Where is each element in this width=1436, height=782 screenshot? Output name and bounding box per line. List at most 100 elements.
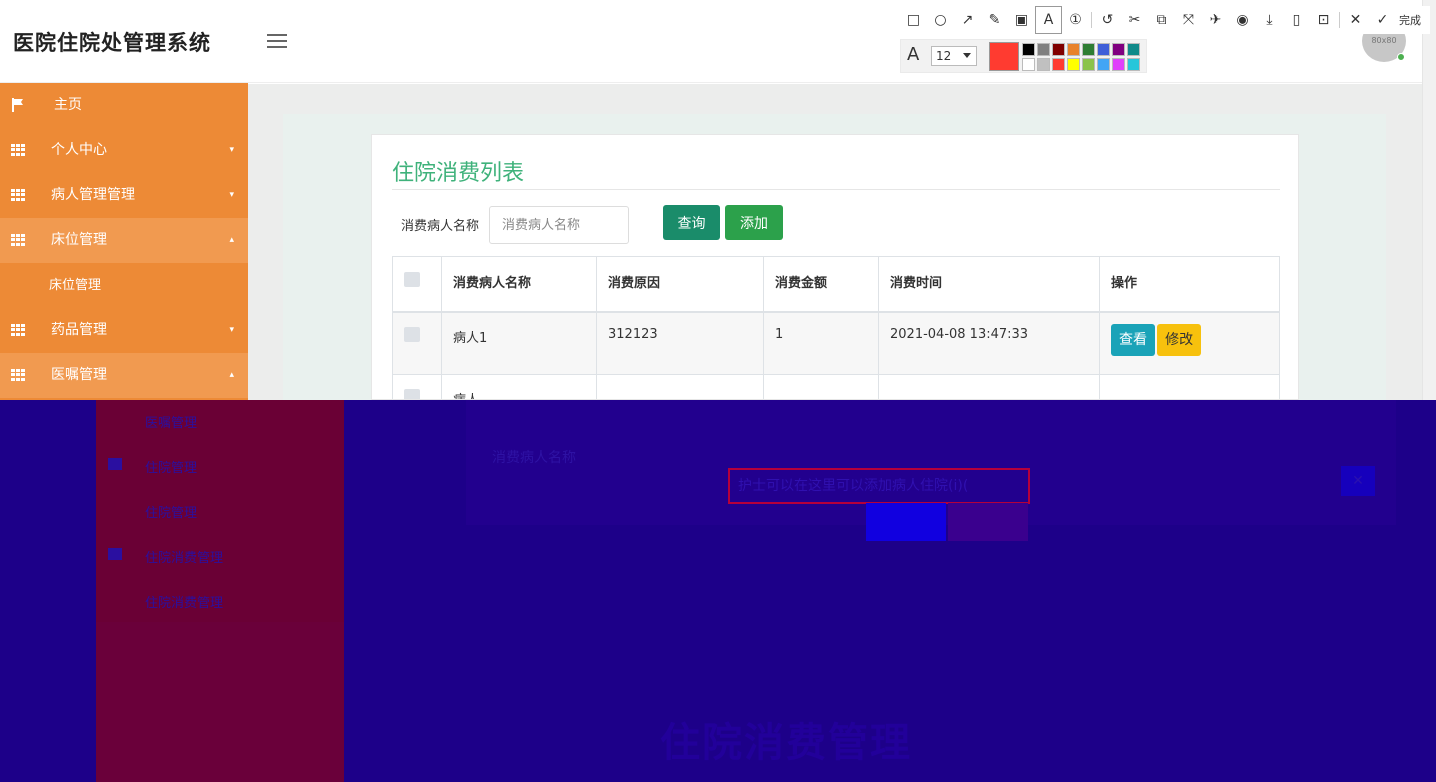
query-button[interactable]: 查询 [663, 205, 720, 240]
close-icon[interactable]: ✕ [1342, 6, 1369, 34]
download-icon[interactable]: ⤓ [1256, 6, 1283, 34]
sidebar-item-drug-management[interactable]: 药品管理 ▾ [0, 308, 248, 353]
sidebar-item-medical-orders[interactable]: 医嘱管理 ▴ [0, 353, 248, 398]
divider [1091, 12, 1092, 28]
search-input[interactable] [489, 206, 629, 244]
color-swatch[interactable] [1022, 43, 1035, 56]
sidebar-item-label: 病人管理管理 [51, 187, 135, 203]
record-icon[interactable]: ◉ [1229, 6, 1256, 34]
app-title: 医院住院处管理系统 [13, 31, 211, 55]
row-checkbox[interactable] [404, 388, 420, 399]
overlay-sidebar-item: 住院消费管理 [145, 596, 224, 611]
column-header[interactable]: 消费病人名称 [441, 256, 597, 313]
overlay-sidebar-item: 住院管理 [145, 461, 198, 476]
color-swatch[interactable] [1112, 43, 1125, 56]
cell-amount: 1 [763, 311, 879, 375]
color-swatch[interactable] [1097, 58, 1110, 71]
sidebar-item-label: 药品管理 [51, 322, 107, 338]
ocr-icon[interactable]: ⧉ [1148, 6, 1175, 34]
overlay-label: 消费病人名称 [492, 450, 576, 466]
current-color-swatch[interactable] [989, 42, 1019, 71]
chevron-down-icon: ▾ [229, 325, 234, 335]
column-header[interactable]: 消费原因 [596, 256, 764, 313]
color-swatch[interactable] [1067, 58, 1080, 71]
sidebar-item-label: 床位管理 [51, 232, 107, 248]
color-swatch[interactable] [1112, 58, 1125, 71]
row-checkbox[interactable] [404, 327, 420, 342]
grid-icon [108, 458, 122, 470]
table-row: 病人1 312123 1 2021-04-08 13:47:33 查看 修改 [392, 311, 1280, 375]
color-swatch[interactable] [1052, 43, 1065, 56]
rectangle-tool-icon[interactable]: □ [900, 6, 927, 34]
column-header[interactable]: 消费时间 [878, 256, 1100, 313]
vertical-scrollbar[interactable] [1422, 0, 1436, 400]
sidebar-item-bed-management[interactable]: 床位管理 ▴ [0, 218, 248, 263]
list-card: 住院消费列表 消费病人名称 查询 添加 消费病人名称 消费原因 消费金额 消费时… [371, 134, 1299, 400]
sidebar-subitem-bed-management[interactable]: 床位管理 [0, 263, 248, 308]
expand-icon[interactable]: ⤧ [1175, 6, 1202, 34]
column-header: 操作 [1099, 256, 1280, 313]
grid-icon [11, 144, 25, 156]
add-button[interactable]: 添加 [725, 205, 783, 240]
arrow-tool-icon[interactable]: ↗ [954, 6, 981, 34]
menu-toggle-icon[interactable] [267, 34, 287, 48]
corrupted-overlay: 修改 医嘱管理 住院管理 住院管理 住院消费管理 住院消费管理 消费病人名称 护… [0, 400, 1436, 782]
table-header-row: 消费病人名称 消费原因 消费金额 消费时间 操作 [392, 256, 1280, 313]
font-icon: A [907, 44, 920, 65]
edit-button[interactable]: 修改 [1157, 324, 1202, 356]
overlay-button [866, 503, 946, 541]
cell-time [878, 373, 1100, 399]
grid-icon [11, 369, 25, 381]
mosaic-tool-icon[interactable]: ▣ [1008, 6, 1035, 34]
color-swatch[interactable] [1037, 43, 1050, 56]
done-button[interactable]: 完成 [1399, 12, 1421, 28]
text-tool-icon[interactable]: A [1035, 6, 1062, 34]
table-row: 病人 [392, 373, 1280, 399]
cell-reason: 312123 [596, 311, 764, 375]
chevron-down-icon: ▾ [229, 190, 234, 200]
bookmark-icon[interactable]: ⊡ [1310, 6, 1337, 34]
view-button[interactable]: 查看 [1111, 324, 1155, 356]
color-swatch[interactable] [1082, 58, 1095, 71]
color-swatch[interactable] [1082, 43, 1095, 56]
divider [392, 189, 1280, 190]
phone-icon[interactable]: ▯ [1283, 6, 1310, 34]
ellipse-tool-icon[interactable]: ○ [927, 6, 954, 34]
color-swatch[interactable] [1037, 58, 1050, 71]
color-swatch[interactable] [1022, 58, 1035, 71]
overlay-sidebar-item: 住院管理 [145, 506, 198, 521]
sidebar-item-label: 主页 [54, 97, 82, 113]
cell-actions: 查看 修改 [1099, 311, 1280, 375]
sidebar-item-personal-center[interactable]: 个人中心 ▾ [0, 128, 248, 173]
color-swatch[interactable] [1097, 43, 1110, 56]
font-size-select[interactable]: 12 [931, 46, 977, 66]
cell-actions [1099, 373, 1280, 399]
annotation-toolbar: □ ○ ↗ ✎ ▣ A ① ↺ ✂ ⧉ ⤧ ✈ ◉ ⤓ ▯ ⊡ ✕ ✓ 完成 [900, 6, 1430, 34]
page-title: 住院消费列表 [392, 161, 525, 186]
column-header[interactable]: 消费金额 [763, 256, 879, 313]
sidebar-item-patient-management[interactable]: 病人管理管理 ▾ [0, 173, 248, 218]
number-tool-icon[interactable]: ① [1062, 6, 1089, 34]
grid-icon [11, 234, 25, 246]
grid-icon [108, 548, 122, 560]
color-swatch[interactable] [1127, 58, 1140, 71]
chevron-up-icon: ▴ [229, 370, 234, 380]
undo-icon[interactable]: ↺ [1094, 6, 1121, 34]
sidebar-item-home[interactable]: 主页 [0, 83, 248, 128]
grid-icon [11, 324, 25, 336]
sidebar: 主页 个人中心 ▾ 病人管理管理 ▾ 床位管理 ▴ 床位管理 药品管理 ▾ 医嘱… [0, 83, 248, 400]
cell-patient-name: 病人1 [441, 311, 597, 375]
pen-tool-icon[interactable]: ✎ [981, 6, 1008, 34]
select-all-checkbox[interactable] [404, 272, 420, 287]
color-swatch[interactable] [1067, 43, 1080, 56]
color-swatch[interactable] [1127, 43, 1140, 56]
color-swatch[interactable] [1052, 58, 1065, 71]
pin-icon[interactable]: ✈ [1202, 6, 1229, 34]
color-palette [1021, 42, 1141, 72]
chevron-down-icon [963, 53, 971, 58]
search-label: 消费病人名称 [401, 219, 480, 234]
check-icon[interactable]: ✓ [1369, 6, 1396, 34]
scissors-icon[interactable]: ✂ [1121, 6, 1148, 34]
divider [1339, 12, 1340, 28]
sidebar-item-label: 个人中心 [51, 142, 107, 158]
